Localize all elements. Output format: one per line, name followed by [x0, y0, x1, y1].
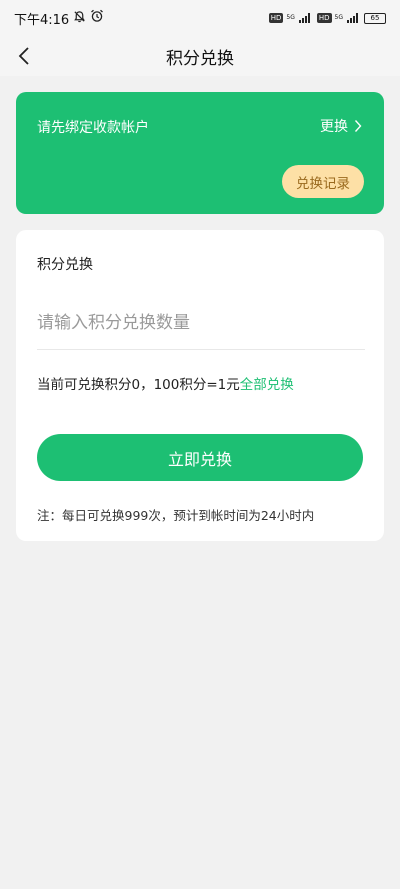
exchange-info: 当前可兑换积分0，100积分=1元全部兑换	[37, 373, 294, 393]
back-button[interactable]	[12, 44, 36, 68]
chevron-right-icon	[354, 120, 362, 132]
exchange-card: 积分兑换 当前可兑换积分0，100积分=1元全部兑换 立即兑换 注：每日可兑换9…	[16, 230, 384, 541]
status-left: 下午4:16	[14, 9, 104, 28]
alarm-clock-icon	[90, 9, 104, 27]
available-points-text: 当前可兑换积分0，100积分=1元	[37, 377, 240, 393]
exchange-all-link[interactable]: 全部兑换	[240, 377, 294, 393]
chevron-left-icon	[18, 47, 29, 65]
account-card: 请先绑定收款帐户 更换 兑换记录	[16, 92, 384, 214]
status-bar: 下午4:16 HD 5G HD 5G 65	[0, 0, 400, 36]
hd-badge: HD	[268, 13, 284, 23]
network-type-2: 5G	[334, 14, 343, 21]
signal-icon-2	[347, 13, 358, 23]
nav-bar: 积分兑换	[0, 36, 400, 76]
points-amount-input[interactable]	[37, 304, 365, 342]
network-type: 5G	[286, 14, 295, 21]
exchange-records-button[interactable]: 兑换记录	[282, 165, 364, 198]
status-time: 下午4:16	[14, 12, 70, 28]
bind-account-prompt[interactable]: 请先绑定收款帐户	[37, 117, 149, 137]
change-account-link[interactable]: 更换	[320, 116, 362, 136]
signal-icon	[298, 13, 310, 23]
section-title: 积分兑换	[37, 257, 93, 273]
change-label: 更换	[320, 119, 348, 135]
page-title: 积分兑换	[166, 48, 234, 69]
battery-icon: 65	[364, 12, 386, 24]
exchange-note: 注：每日可兑换999次，预计到帐时间为24小时内	[37, 508, 315, 523]
mute-bell-icon	[73, 10, 86, 27]
status-right: HD 5G HD 5G 65	[268, 12, 386, 24]
divider	[37, 349, 365, 350]
exchange-now-button[interactable]: 立即兑换	[37, 434, 363, 481]
hd-badge-2: HD	[316, 13, 332, 23]
